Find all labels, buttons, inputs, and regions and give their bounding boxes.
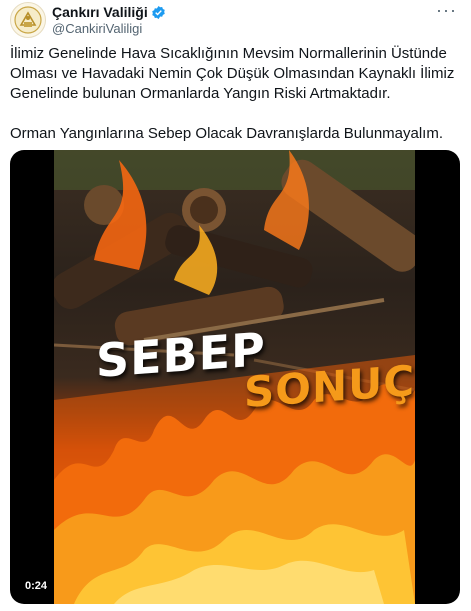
tweet-paragraph-2: Orman Yangınlarına Sebep Olacak Davranış… bbox=[10, 125, 444, 142]
government-seal-icon bbox=[14, 6, 42, 34]
author-handle[interactable]: @CankiriValiligi bbox=[52, 21, 142, 36]
video-player[interactable]: SEBEP SONUÇ 0:24 bbox=[10, 150, 460, 604]
author-name-row: Çankırı Valiliği bbox=[52, 4, 166, 20]
verified-badge-icon bbox=[151, 5, 165, 19]
avatar[interactable] bbox=[10, 2, 46, 38]
tweet-paragraph-1: İlimiz Genelinde Hava Sıcaklığının Mevsi… bbox=[10, 45, 455, 102]
video-duration: 0:24 bbox=[20, 578, 53, 594]
display-name[interactable]: Çankırı Valiliği bbox=[52, 4, 148, 20]
tweet-text: İlimiz Genelinde Hava Sıcaklığının Mevsi… bbox=[10, 44, 462, 144]
video-frame: SEBEP SONUÇ bbox=[54, 150, 415, 604]
more-options-icon[interactable]: ··· bbox=[436, 0, 457, 21]
